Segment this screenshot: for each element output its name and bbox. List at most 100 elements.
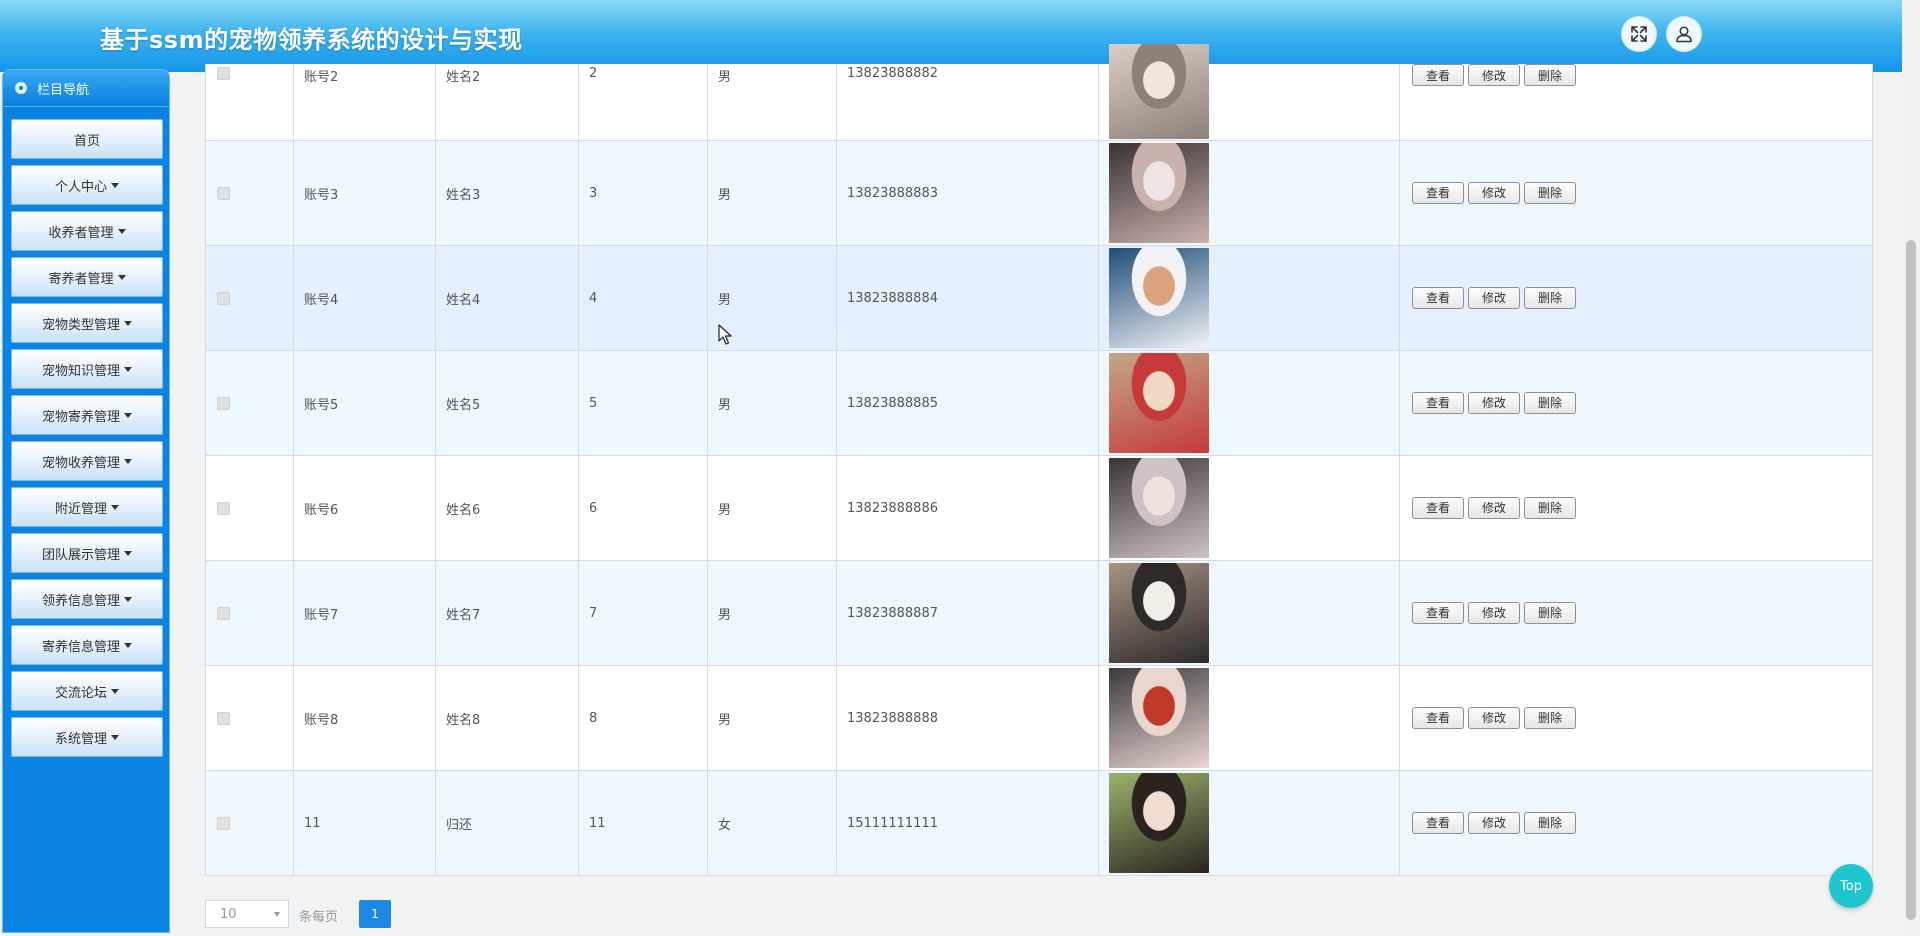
sidebar-item-7[interactable]: 宠物收养管理 <box>11 441 163 481</box>
sidebar-item-4[interactable]: 宠物类型管理 <box>11 303 163 343</box>
row-checkbox[interactable] <box>217 606 230 620</box>
view-button[interactable]: 查看 <box>1412 181 1464 204</box>
pagination: 10 条每页 1 <box>205 900 605 930</box>
phone-text: 13823888885 <box>847 395 938 411</box>
table-row: 11 归还 11 女 15111111111 查看 修改 删除 <box>206 771 1872 876</box>
name-text: 姓名2 <box>446 70 481 85</box>
select-cell <box>206 561 293 665</box>
age-cell: 2 <box>578 64 707 140</box>
user-button[interactable] <box>1666 16 1702 52</box>
per-page-label: 条每页 <box>299 910 339 925</box>
sidebar-item-11[interactable]: 寄养信息管理 <box>11 625 163 665</box>
edit-button[interactable]: 修改 <box>1468 496 1520 519</box>
phone-text: 13823888888 <box>847 710 938 726</box>
gender-text: 男 <box>718 712 732 728</box>
page-scrollbar[interactable] <box>1902 0 1920 936</box>
name-text: 姓名8 <box>446 712 481 728</box>
sidebar-item-0[interactable]: 首页 <box>11 119 163 159</box>
edit-button[interactable]: 修改 <box>1468 601 1520 624</box>
sidebar-item-label: 宠物知识管理 <box>41 363 120 379</box>
photo-cell <box>1098 44 1399 140</box>
delete-button[interactable]: 删除 <box>1524 181 1576 204</box>
page-number-current[interactable]: 1 <box>359 900 391 928</box>
table-row: 账号7 姓名7 7 男 13823888887 查看 修改 删除 <box>206 561 1872 666</box>
caret-down-icon <box>124 642 132 648</box>
back-to-top-button[interactable]: Top <box>1829 864 1873 908</box>
delete-button[interactable]: 删除 <box>1524 64 1576 86</box>
account-text: 11 <box>304 815 321 831</box>
edit-button[interactable]: 修改 <box>1468 286 1520 309</box>
sidebar-item-10[interactable]: 领养信息管理 <box>11 579 163 619</box>
age-text: 6 <box>589 500 598 516</box>
sidebar-item-2[interactable]: 收养者管理 <box>11 211 163 251</box>
view-button[interactable]: 查看 <box>1412 286 1464 309</box>
view-button[interactable]: 查看 <box>1412 391 1464 414</box>
scrollbar-thumb[interactable] <box>1906 240 1916 920</box>
phone-text: 15111111111 <box>847 815 938 831</box>
row-checkbox[interactable] <box>217 186 230 200</box>
phone-text: 13823888884 <box>847 290 938 306</box>
delete-button[interactable]: 删除 <box>1524 706 1576 729</box>
sidebar-item-label: 交流论坛 <box>54 685 107 701</box>
name-text: 姓名5 <box>446 397 481 413</box>
fullscreen-button[interactable] <box>1621 16 1657 52</box>
actions-cell: 查看 修改 删除 <box>1399 141 1872 245</box>
view-button[interactable]: 查看 <box>1412 811 1464 834</box>
name-text: 归还 <box>446 817 473 833</box>
delete-button[interactable]: 删除 <box>1524 391 1576 414</box>
age-cell: 5 <box>578 351 707 455</box>
actions-cell: 查看 修改 删除 <box>1399 771 1872 875</box>
phone-cell: 15111111111 <box>836 771 1098 875</box>
account-text: 账号2 <box>304 70 339 85</box>
sidebar-title: 栏目导航 <box>37 82 90 98</box>
account-text: 账号8 <box>304 712 339 728</box>
sidebar-item-13[interactable]: 系统管理 <box>11 717 163 757</box>
edit-button[interactable]: 修改 <box>1468 181 1520 204</box>
gender-cell: 男 <box>707 64 836 140</box>
gender-text: 女 <box>718 817 732 833</box>
sidebar-item-6[interactable]: 宠物寄养管理 <box>11 395 163 435</box>
row-checkbox[interactable] <box>217 291 230 305</box>
delete-button[interactable]: 删除 <box>1524 286 1576 309</box>
phone-cell: 13823888882 <box>836 64 1098 140</box>
user-photo <box>1109 668 1209 768</box>
sidebar-item-12[interactable]: 交流论坛 <box>11 671 163 711</box>
page-size-select[interactable]: 10 <box>205 900 289 928</box>
sidebar-header: 栏目导航 <box>3 70 169 107</box>
name-cell: 姓名8 <box>435 666 578 770</box>
row-checkbox[interactable] <box>217 816 230 830</box>
sidebar-item-label: 领养信息管理 <box>41 593 120 609</box>
sidebar-item-1[interactable]: 个人中心 <box>11 165 163 205</box>
table-row: 账号8 姓名8 8 男 13823888888 查看 修改 删除 <box>206 666 1872 771</box>
caret-down-icon <box>111 504 119 510</box>
caret-down-icon <box>124 596 132 602</box>
edit-button[interactable]: 修改 <box>1468 811 1520 834</box>
edit-button[interactable]: 修改 <box>1468 391 1520 414</box>
sidebar-item-3[interactable]: 寄养者管理 <box>11 257 163 297</box>
view-button[interactable]: 查看 <box>1412 601 1464 624</box>
view-button[interactable]: 查看 <box>1412 706 1464 729</box>
row-checkbox[interactable] <box>217 711 230 725</box>
account-cell: 账号6 <box>293 456 435 560</box>
actions-cell: 查看 修改 删除 <box>1399 246 1872 350</box>
row-checkbox[interactable] <box>217 501 230 515</box>
view-button[interactable]: 查看 <box>1412 64 1464 86</box>
delete-button[interactable]: 删除 <box>1524 811 1576 834</box>
phone-text: 13823888882 <box>847 66 938 81</box>
row-checkbox[interactable] <box>217 396 230 410</box>
phone-text: 13823888887 <box>847 605 938 621</box>
age-text: 11 <box>589 815 606 831</box>
delete-button[interactable]: 删除 <box>1524 601 1576 624</box>
edit-button[interactable]: 修改 <box>1468 706 1520 729</box>
caret-down-icon <box>124 320 132 326</box>
delete-button[interactable]: 删除 <box>1524 496 1576 519</box>
row-checkbox[interactable] <box>217 67 230 80</box>
sidebar-item-label: 附近管理 <box>54 501 107 517</box>
sidebar-item-8[interactable]: 附近管理 <box>11 487 163 527</box>
view-button[interactable]: 查看 <box>1412 496 1464 519</box>
edit-button[interactable]: 修改 <box>1468 64 1520 86</box>
age-cell: 4 <box>578 246 707 350</box>
sidebar-item-5[interactable]: 宠物知识管理 <box>11 349 163 389</box>
name-cell: 姓名7 <box>435 561 578 665</box>
sidebar-item-9[interactable]: 团队展示管理 <box>11 533 163 573</box>
